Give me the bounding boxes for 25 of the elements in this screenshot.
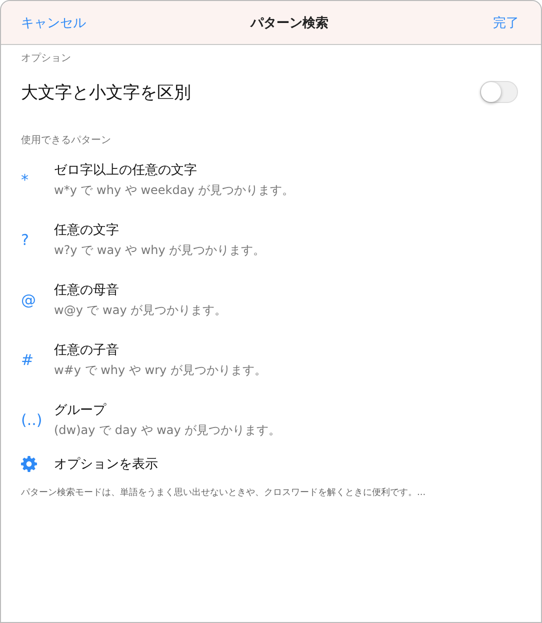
show-options-row[interactable]: オプションを表示: [1, 446, 541, 482]
pattern-title: グループ: [54, 402, 108, 419]
pattern-symbol: ?: [20, 231, 30, 249]
pattern-example: w#y で why や wry が見つかります。: [54, 362, 266, 379]
pattern-title: 任意の文字: [54, 222, 120, 239]
toggle-label: 大文字と小文字を区別: [21, 82, 191, 104]
footer-note: パターン検索モードは、単語をうまく思い出せないときや、クロスワードを解くときに便利です。...: [20, 486, 427, 499]
pattern-title: 任意の母音: [54, 282, 120, 299]
pattern-example: w*y で why や weekday が見つかります。: [54, 182, 294, 199]
section-header: 使用できるパターン: [20, 134, 112, 147]
cancel-button[interactable]: キャンセル: [21, 14, 86, 32]
pattern-symbol: @: [20, 291, 37, 309]
pattern-symbol: (..): [20, 411, 44, 429]
sheet-title: パターン検索: [250, 14, 328, 32]
pattern-example: w?y で way や why が見つかります。: [54, 242, 266, 259]
gear-icon: [21, 456, 37, 472]
case-toggle[interactable]: [480, 81, 518, 103]
pattern-symbol: #: [20, 351, 35, 369]
pattern-example: (dw)ay で day や way が見つかります。: [54, 422, 281, 439]
pattern-title: ゼロ字以上の任意の文字: [54, 162, 198, 179]
section-header: オプション: [20, 52, 72, 65]
pattern-example: w@y で way が見つかります。: [54, 302, 227, 319]
pattern-symbol: *: [20, 171, 30, 189]
done-button[interactable]: 完了: [493, 14, 519, 32]
pattern-title: 任意の子音: [54, 342, 120, 359]
